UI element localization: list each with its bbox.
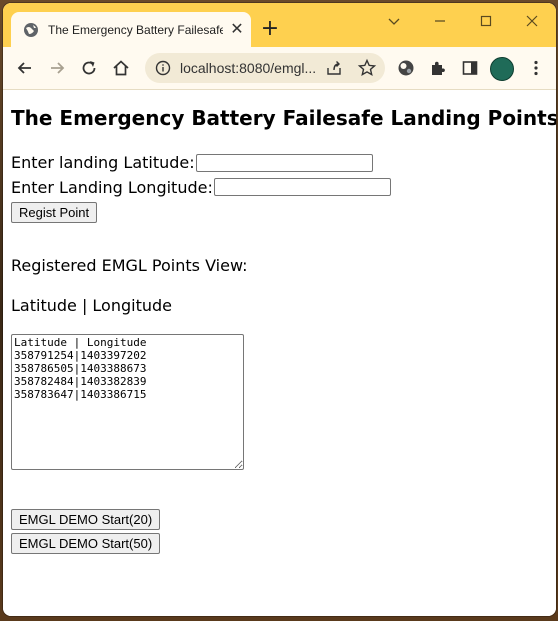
latitude-input[interactable]: [196, 154, 373, 172]
puzzle-icon[interactable]: [428, 58, 448, 78]
share-icon[interactable]: [325, 59, 343, 77]
longitude-input[interactable]: [214, 178, 391, 196]
page-title: The Emergency Battery Failesafe Landing …: [11, 106, 556, 130]
browser-toolbar: localhost:8080/emgl...: [3, 47, 556, 90]
demo-start-20-button[interactable]: EMGL DEMO Start(20): [11, 509, 161, 530]
latitude-label: Enter landing Latitude:: [11, 153, 195, 172]
globe-icon: [24, 23, 38, 37]
chevron-down-icon[interactable]: [384, 11, 404, 31]
avatar[interactable]: [490, 57, 514, 81]
demo-start-50-button[interactable]: EMGL DEMO Start(50): [11, 533, 161, 554]
tab-title: The Emergency Battery Failesafe Landing …: [48, 23, 223, 37]
browser-window: The Emergency Battery Failesafe Landing …: [3, 3, 556, 616]
plus-icon[interactable]: +: [260, 18, 280, 40]
minimize-icon[interactable]: [430, 11, 450, 31]
regist-point-button[interactable]: Regist Point: [11, 202, 98, 223]
home-icon[interactable]: [111, 58, 131, 78]
tab-strip: The Emergency Battery Failesafe Landing …: [3, 3, 556, 47]
maximize-icon[interactable]: [476, 11, 496, 31]
longitude-label: Enter Landing Longitude:: [11, 178, 213, 197]
side-panel-icon[interactable]: [460, 58, 480, 78]
extension-globe-icon[interactable]: [396, 58, 416, 78]
info-icon[interactable]: [155, 60, 171, 76]
reload-icon[interactable]: [79, 58, 99, 78]
columns-label: Latitude | Longitude: [11, 296, 172, 315]
tab-emgl[interactable]: The Emergency Battery Failesafe Landing …: [11, 12, 251, 47]
address-bar[interactable]: localhost:8080/emgl...: [145, 53, 385, 83]
star-icon[interactable]: [357, 58, 377, 78]
page-content: The Emergency Battery Failesafe Landing …: [3, 90, 556, 616]
close-icon[interactable]: ✕: [229, 21, 245, 37]
url-text: localhost:8080/emgl...: [180, 60, 315, 76]
close-window-icon[interactable]: [522, 11, 542, 31]
registered-points-label: Registered EMGL Points View:: [11, 256, 248, 275]
back-icon[interactable]: [15, 58, 35, 78]
forward-icon[interactable]: [47, 58, 67, 78]
points-textarea[interactable]: Latitude | Longitude 358791254|140339720…: [11, 334, 244, 470]
more-icon[interactable]: [526, 58, 546, 78]
